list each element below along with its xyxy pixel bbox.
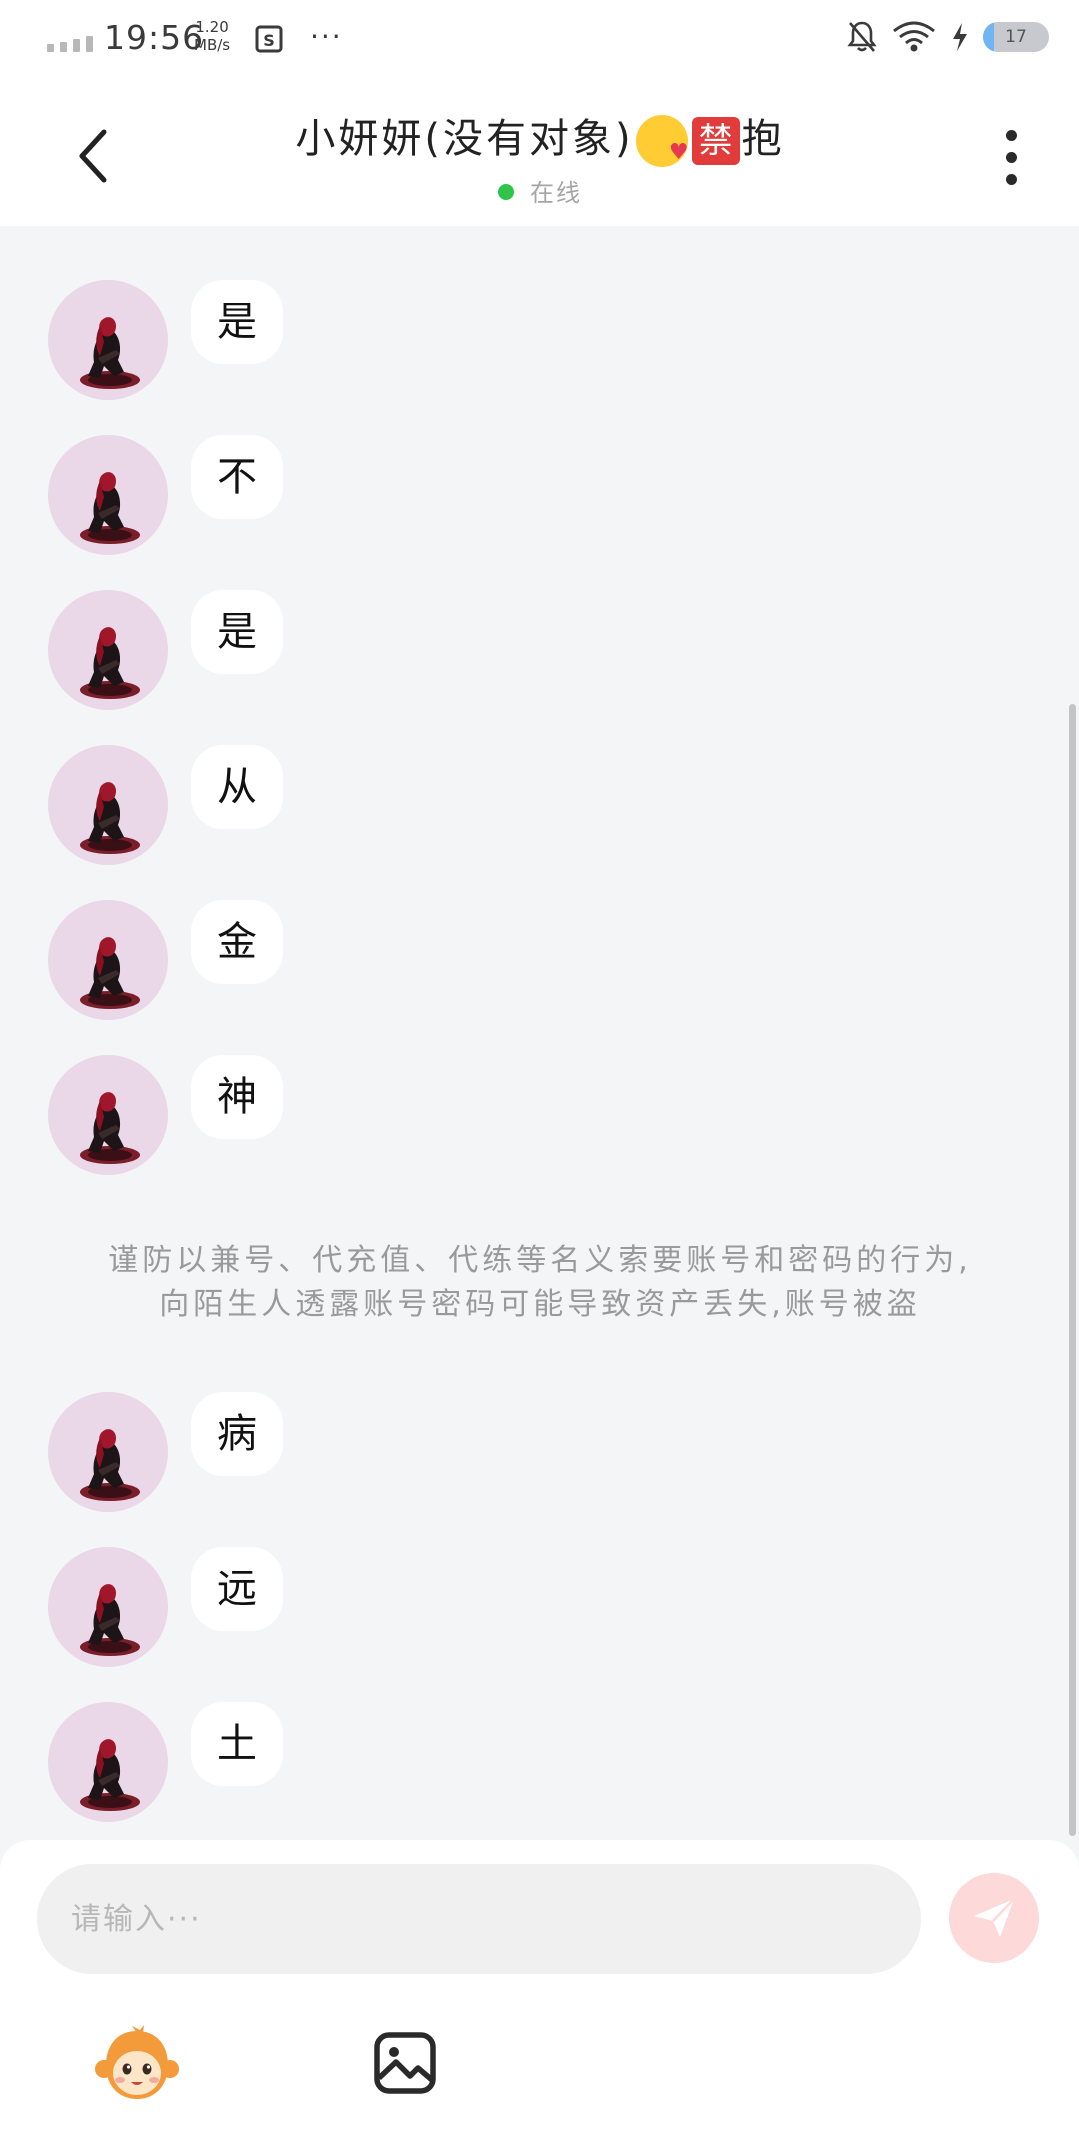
battery-icon: 17	[983, 22, 1049, 52]
wifi-icon	[893, 21, 935, 52]
avatar-figure-icon	[80, 627, 140, 699]
avatar[interactable]	[48, 1702, 168, 1822]
message-list[interactable]: 是 不 是 从 金 神 谨防以兼号、代充值、代练等名义索要账号和密码的行为, 向…	[0, 226, 1079, 1840]
message-bubble[interactable]: 神	[191, 1055, 283, 1139]
chat-title-tail: 抱	[741, 116, 785, 162]
message-row: 金	[48, 900, 948, 1022]
paper-plane-icon	[974, 1898, 1015, 1937]
bell-off-icon	[847, 21, 877, 52]
image-icon	[374, 2032, 436, 2094]
message-row: 病	[48, 1392, 948, 1514]
emoji-button[interactable]	[94, 2025, 180, 2105]
message-row: 从	[48, 745, 948, 867]
avatar[interactable]	[48, 1547, 168, 1667]
kissing-face-emoji-icon	[635, 115, 692, 167]
svg-text:S: S	[263, 31, 275, 50]
avatar[interactable]	[48, 435, 168, 555]
message-row: 是	[48, 280, 948, 402]
message-bubble[interactable]: 病	[191, 1392, 283, 1476]
message-input[interactable]	[37, 1864, 921, 1974]
message-row: 远	[48, 1547, 948, 1669]
send-button[interactable]	[949, 1873, 1039, 1963]
message-row: 神	[48, 1055, 948, 1177]
more-options-button[interactable]	[999, 130, 1023, 186]
online-dot-icon	[498, 184, 514, 200]
message-bubble[interactable]: 从	[191, 745, 283, 829]
message-row: 是	[48, 590, 948, 712]
more-vertical-icon	[999, 130, 1023, 185]
prohibited-emoji-icon: 禁	[691, 117, 740, 165]
online-status-label: 在线	[530, 179, 582, 207]
avatar-figure-icon	[80, 937, 140, 1009]
avatar-figure-icon	[80, 1739, 140, 1811]
image-button[interactable]	[372, 2030, 438, 2096]
avatar[interactable]	[48, 1055, 168, 1175]
message-bubble[interactable]: 是	[191, 280, 283, 364]
avatar-figure-icon	[80, 782, 140, 854]
security-notice-line-2: 向陌生人透露账号密码可能导致资产丢失,账号被盗	[159, 1287, 921, 1322]
more-status-icon: ···	[310, 20, 343, 53]
avatar[interactable]	[48, 280, 168, 400]
message-bubble[interactable]: 是	[191, 590, 283, 674]
message-bubble[interactable]: 不	[191, 435, 283, 519]
message-row: 土	[48, 1702, 948, 1824]
message-bubble[interactable]: 土	[191, 1702, 283, 1786]
network-speed-value: 1.20	[195, 18, 229, 36]
battery-level: 17	[1005, 27, 1027, 47]
message-bubble[interactable]: 远	[191, 1547, 283, 1631]
security-notice: 谨防以兼号、代充值、代练等名义索要账号和密码的行为, 向陌生人透露账号密码可能导…	[60, 1239, 1020, 1327]
chat-title-block: 小妍妍(没有对象) 禁抱 在线	[180, 106, 900, 208]
avatar[interactable]	[48, 1392, 168, 1512]
network-speed-unit: MB/s	[194, 36, 231, 54]
message-row: 不	[48, 435, 948, 557]
avatar-figure-icon	[80, 1429, 140, 1501]
chat-title: 小妍妍(没有对象) 禁抱	[180, 106, 900, 167]
back-button[interactable]	[70, 126, 120, 186]
signal-icon	[47, 36, 93, 52]
chat-title-text: 小妍妍(没有对象)	[295, 116, 634, 162]
network-speed: 1.20 MB/s	[194, 18, 230, 54]
message-bubble[interactable]: 金	[191, 900, 283, 984]
avatar[interactable]	[48, 900, 168, 1020]
avatar[interactable]	[48, 590, 168, 710]
back-arrow-icon	[79, 129, 107, 183]
scrollbar[interactable]	[1069, 704, 1076, 1836]
composer	[0, 1840, 1079, 2135]
status-bar: 19:56 1.20 MB/s S ··· 17	[0, 0, 1079, 78]
chat-header: 小妍妍(没有对象) 禁抱 在线	[0, 78, 1079, 226]
sim-icon: S	[254, 24, 284, 58]
security-notice-line-1: 谨防以兼号、代充值、代练等名义索要账号和密码的行为,	[108, 1243, 972, 1278]
avatar[interactable]	[48, 745, 168, 865]
online-status: 在线	[180, 173, 900, 208]
avatar-figure-icon	[80, 472, 140, 544]
monkey-emoji-icon	[95, 2025, 179, 2099]
charging-icon	[953, 23, 967, 51]
avatar-figure-icon	[80, 1092, 140, 1164]
avatar-figure-icon	[80, 317, 140, 389]
avatar-figure-icon	[80, 1584, 140, 1656]
clock: 19:56	[104, 18, 205, 57]
